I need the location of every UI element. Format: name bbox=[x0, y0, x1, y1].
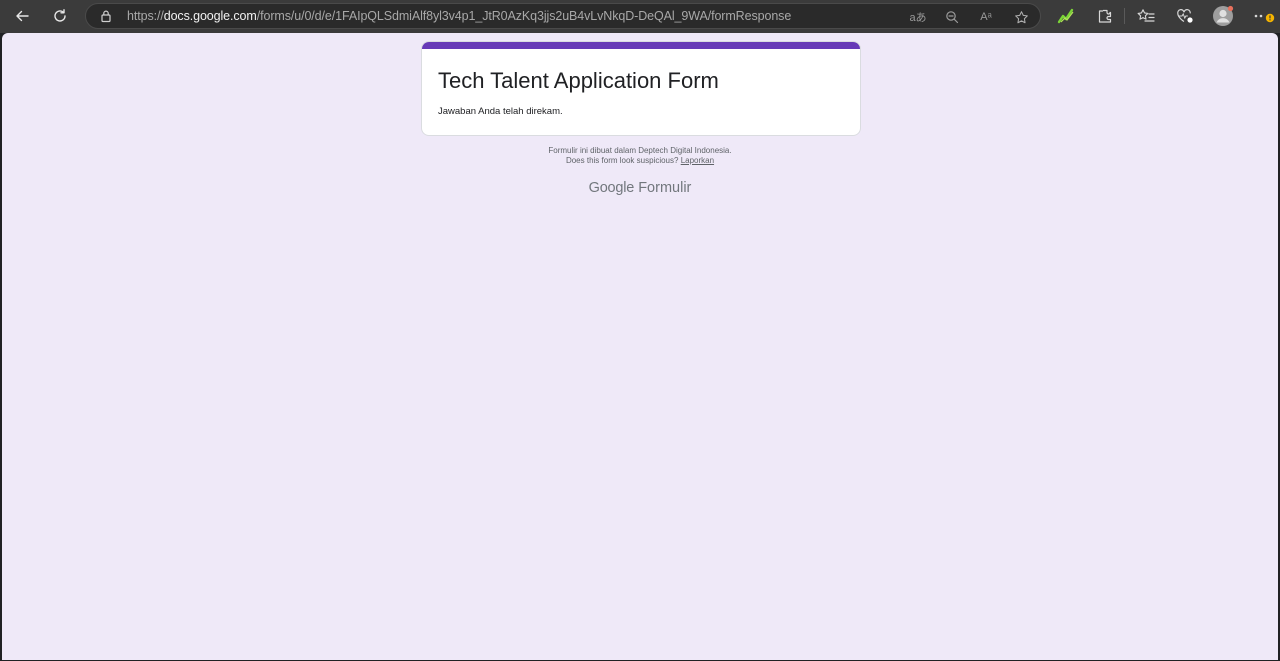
form-title: Tech Talent Application Form bbox=[438, 68, 719, 93]
address-bar[interactable]: https://docs.google.com/forms/u/0/d/e/1F… bbox=[85, 3, 1041, 29]
url-text[interactable]: https://docs.google.com/forms/u/0/d/e/1F… bbox=[127, 9, 791, 23]
favorites-icon[interactable] bbox=[1133, 3, 1159, 29]
suspicious-text: Does this form look suspicious? bbox=[565, 156, 679, 165]
refresh-icon bbox=[54, 9, 66, 22]
form-page: Tech Talent Application Form Jawaban And… bbox=[2, 33, 1278, 660]
toolbar-separator bbox=[1124, 8, 1125, 24]
form-origin-note: Formulir ini dibuat dalam Deptech Digita… bbox=[548, 146, 732, 155]
url-prefix: https:// bbox=[127, 9, 164, 23]
reload-button[interactable] bbox=[45, 2, 75, 30]
form-accent-bar bbox=[422, 42, 860, 49]
google-forms-logo[interactable]: Google Formulir bbox=[2, 180, 1278, 196]
url-host: docs.google.com bbox=[163, 9, 257, 23]
confirmation-message: Jawaban Anda telah direkam. bbox=[438, 106, 563, 117]
url-path: /forms/u/0/d/e/1FAIpQLSdmiAlf8yl3v4p1_Jt… bbox=[256, 9, 792, 23]
lock-icon[interactable] bbox=[99, 9, 113, 28]
more-options-icon[interactable] bbox=[1252, 3, 1278, 29]
star-icon[interactable] bbox=[1011, 7, 1031, 27]
browser-toolbar: https://docs.google.com/forms/u/0/d/e/1F… bbox=[0, 0, 1280, 33]
heart-pulse-icon[interactable] bbox=[1172, 3, 1198, 29]
read-aloud-icon[interactable]: Aᵃ bbox=[976, 7, 996, 27]
form-response-card: Tech Talent Application Form Jawaban And… bbox=[421, 41, 861, 136]
arrow-left-icon bbox=[16, 10, 29, 22]
zoom-icon[interactable] bbox=[942, 7, 962, 27]
report-link[interactable]: Laporkan bbox=[681, 156, 714, 165]
brand-google: Google bbox=[588, 180, 635, 196]
chart-extension-icon[interactable] bbox=[1053, 3, 1079, 29]
back-button[interactable] bbox=[7, 2, 37, 30]
suspicious-note: Does this form look suspicious? Laporkan bbox=[2, 156, 1278, 165]
translate-icon[interactable]: aあ bbox=[908, 7, 928, 27]
browser-viewport: Tech Talent Application Form Jawaban And… bbox=[0, 33, 1280, 661]
brand-forms: Formulir bbox=[638, 180, 692, 196]
extensions-icon[interactable] bbox=[1092, 3, 1118, 29]
profile-avatar-icon[interactable] bbox=[1210, 3, 1236, 29]
